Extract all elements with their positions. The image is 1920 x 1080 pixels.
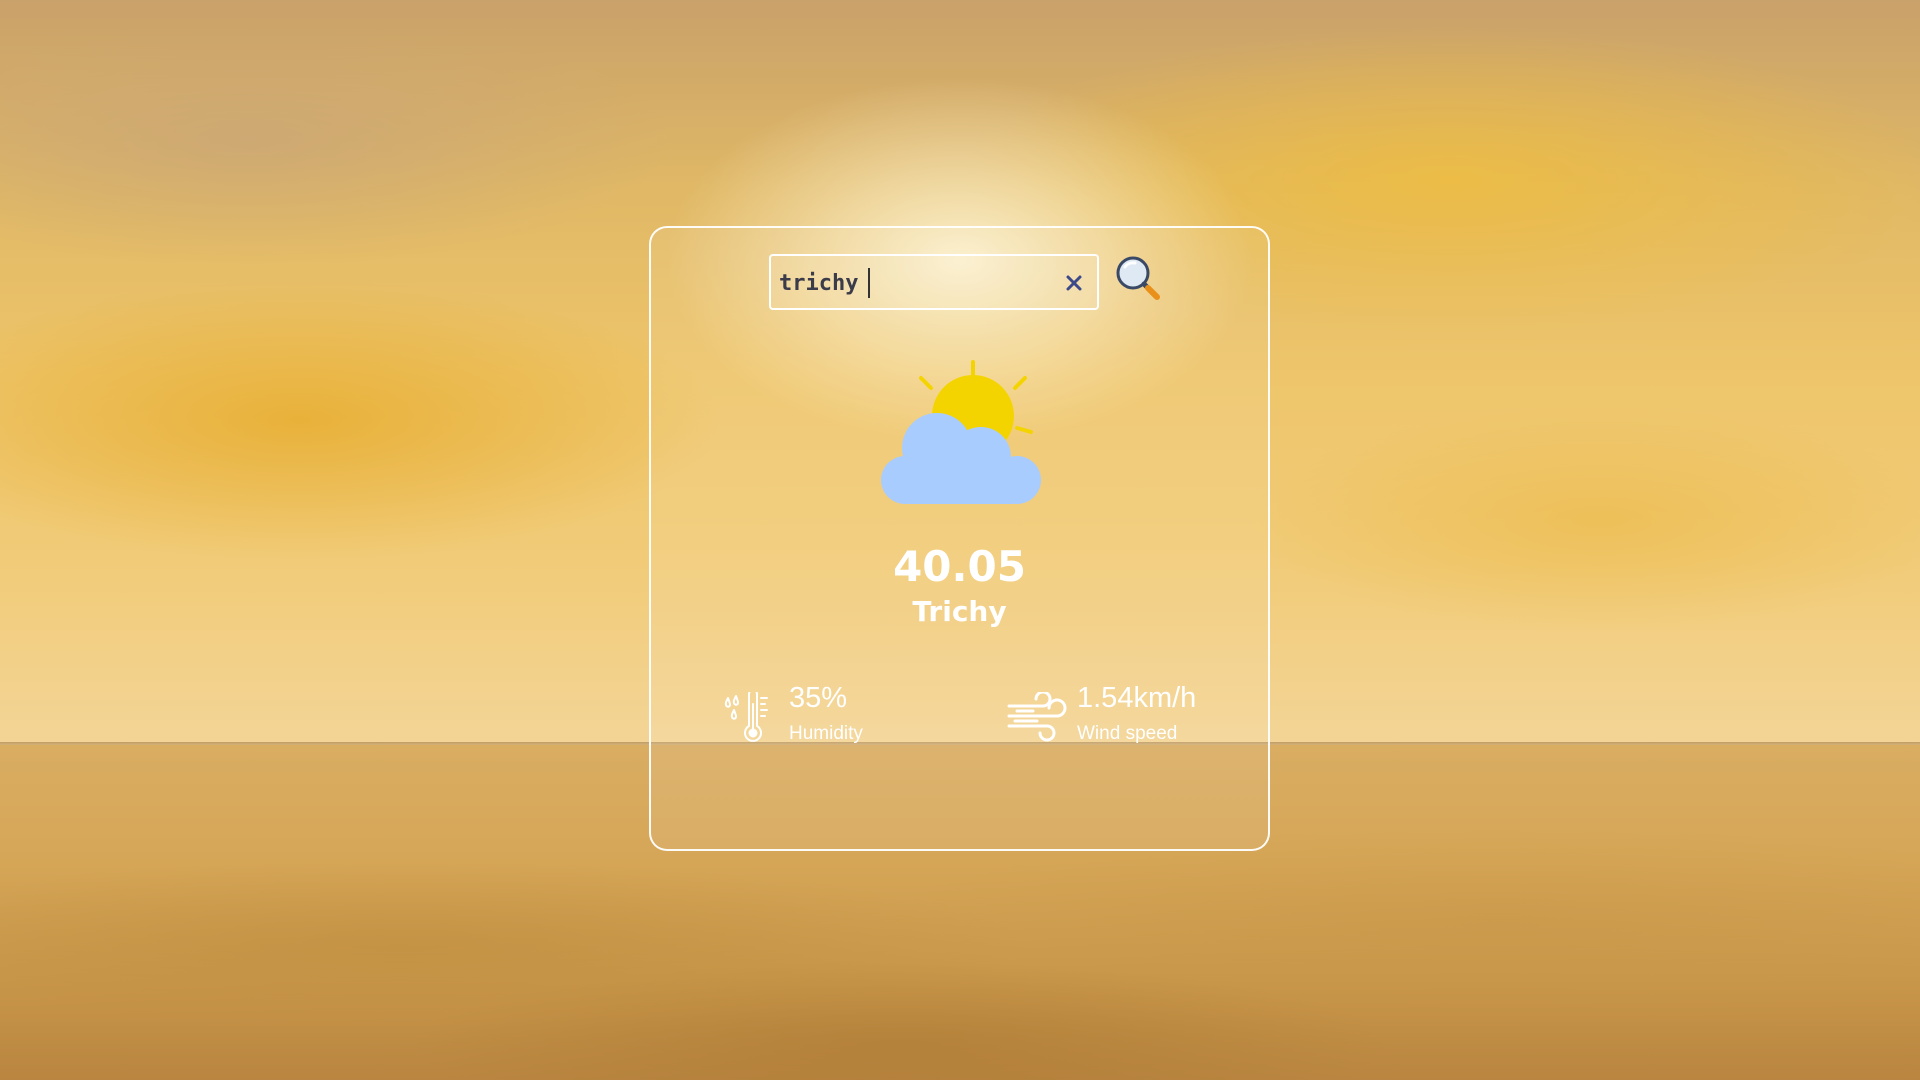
wind-icon bbox=[1007, 692, 1067, 742]
humidity-thermometer-icon bbox=[724, 692, 768, 742]
text-caret bbox=[868, 268, 870, 298]
search-box[interactable] bbox=[769, 254, 1099, 310]
weather-card: 40.05 Trichy 35% Humidity bbox=[649, 226, 1270, 851]
close-icon bbox=[1066, 275, 1082, 291]
wind-stat: 1.54km/h Wind speed bbox=[1007, 684, 1247, 748]
humidity-label: Humidity bbox=[789, 723, 863, 744]
search-bar bbox=[769, 254, 1169, 310]
wind-speed-value: 1.54km/h bbox=[1077, 682, 1197, 714]
search-button[interactable] bbox=[1113, 254, 1163, 304]
city-search-input[interactable] bbox=[779, 266, 1049, 300]
wind-speed-label: Wind speed bbox=[1077, 723, 1178, 744]
partly-cloudy-icon bbox=[881, 360, 1041, 504]
city-name: Trichy bbox=[912, 595, 1007, 628]
clear-search-button[interactable] bbox=[1059, 268, 1089, 298]
magnifier-icon bbox=[1116, 256, 1160, 300]
humidity-stat: 35% Humidity bbox=[723, 684, 963, 748]
temperature-value: 40.05 bbox=[893, 542, 1026, 591]
humidity-value: 35% bbox=[789, 682, 848, 714]
